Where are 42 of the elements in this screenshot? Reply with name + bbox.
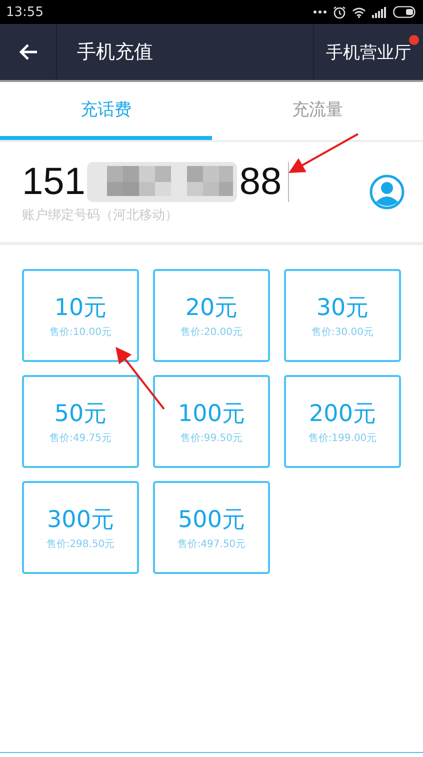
more-dots-icon bbox=[313, 10, 327, 14]
page-title: 手机充值 bbox=[77, 40, 154, 65]
phone-number-start: 151 bbox=[22, 160, 86, 204]
person-icon bbox=[369, 174, 405, 210]
amount-option[interactable]: 100元 售价:99.50元 bbox=[153, 375, 270, 468]
amount-option[interactable]: 20元 售价:20.00元 bbox=[153, 269, 270, 362]
price-text: 售价:10.00元 bbox=[50, 326, 112, 339]
tab[interactable]: 充流量 bbox=[212, 82, 423, 140]
alarm-clock-icon bbox=[333, 6, 346, 18]
price-text: 售价:20.00元 bbox=[180, 326, 242, 339]
back-arrow-icon bbox=[18, 43, 38, 61]
annotation-arrow bbox=[116, 346, 165, 410]
wifi-icon bbox=[352, 6, 366, 18]
amount-option[interactable]: 500元 售价:497.50元 bbox=[153, 481, 270, 574]
price-text: 售价:298.50元 bbox=[46, 538, 115, 551]
tab[interactable]: 充话费 bbox=[0, 82, 212, 140]
amount-option[interactable]: 50元 售价:49.75元 bbox=[22, 375, 139, 468]
amount-text: 200元 bbox=[309, 400, 376, 429]
battery-icon bbox=[393, 6, 417, 18]
price-text: 售价:199.00元 bbox=[308, 432, 377, 445]
amount-text: 10元 bbox=[54, 294, 107, 323]
price-text: 售价:99.50元 bbox=[180, 432, 242, 445]
amount-text: 100元 bbox=[178, 400, 245, 429]
amount-text: 30元 bbox=[316, 294, 369, 323]
price-text: 售价:497.50元 bbox=[177, 538, 246, 551]
amount-text: 500元 bbox=[178, 506, 245, 535]
amount-text: 300元 bbox=[47, 506, 114, 535]
price-text: 售价:30.00元 bbox=[312, 326, 374, 339]
clock-text: 13:55 bbox=[6, 4, 44, 20]
signal-icon bbox=[372, 6, 387, 18]
annotation-arrow bbox=[288, 133, 358, 173]
phone-number-end: 88 bbox=[239, 160, 282, 204]
amount-text: 20元 bbox=[185, 294, 238, 323]
contact-button[interactable] bbox=[369, 174, 405, 210]
price-text: 售价:49.75元 bbox=[50, 432, 112, 445]
amount-option[interactable]: 300元 售价:298.50元 bbox=[22, 481, 139, 574]
mobile-hall-button[interactable]: 手机营业厅 bbox=[313, 24, 423, 80]
text-cursor bbox=[288, 162, 289, 202]
amount-option[interactable]: 200元 售价:199.00元 bbox=[284, 375, 401, 468]
amount-option[interactable]: 10元 售价:10.00元 bbox=[22, 269, 139, 362]
amount-text: 50元 bbox=[54, 400, 107, 429]
amount-option[interactable]: 30元 售价:30.00元 bbox=[284, 269, 401, 362]
